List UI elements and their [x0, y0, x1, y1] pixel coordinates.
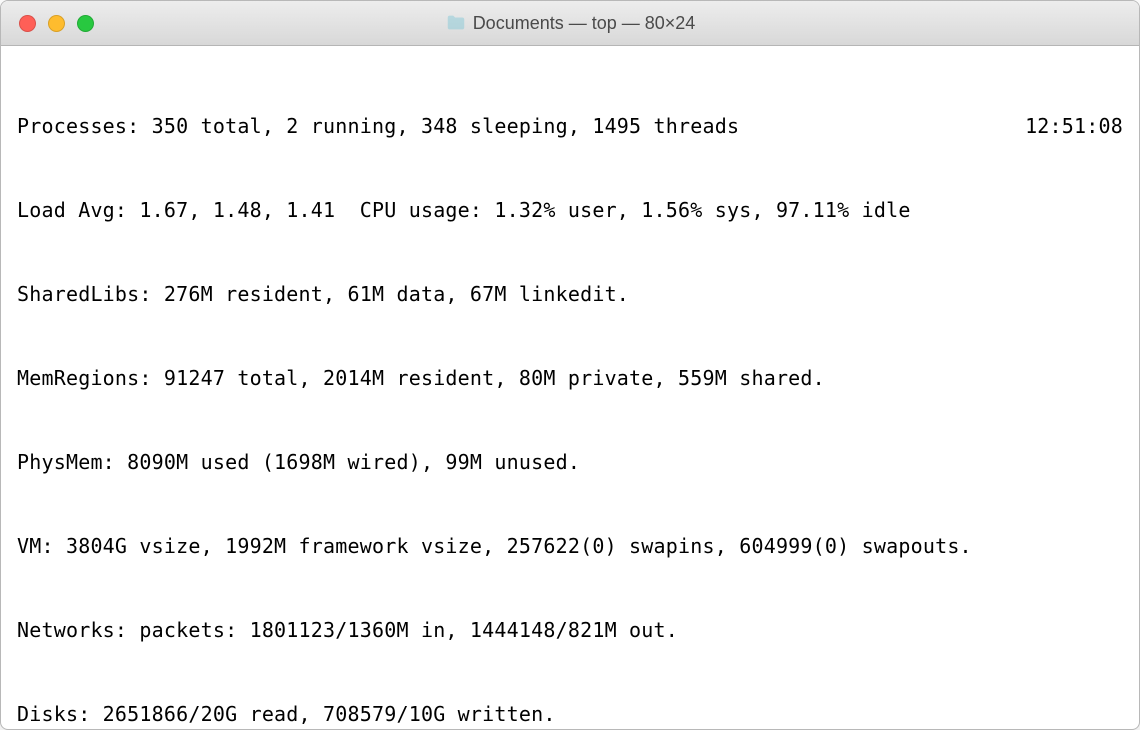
disks-line: Disks: 2651866/20G read, 708579/10G writ…	[17, 700, 1123, 728]
physmem-line: PhysMem: 8090M used (1698M wired), 99M u…	[17, 448, 1123, 476]
memregions-line: MemRegions: 91247 total, 2014M resident,…	[17, 364, 1123, 392]
load-cpu-line: Load Avg: 1.67, 1.48, 1.41 CPU usage: 1.…	[17, 196, 1123, 224]
minimize-button[interactable]	[48, 15, 65, 32]
window-title: Documents — top — 80×24	[473, 13, 696, 34]
sharedlibs-line: SharedLibs: 276M resident, 61M data, 67M…	[17, 280, 1123, 308]
zoom-button[interactable]	[77, 15, 94, 32]
close-button[interactable]	[19, 15, 36, 32]
networks-line: Networks: packets: 1801123/1360M in, 144…	[17, 616, 1123, 644]
folder-icon	[445, 12, 467, 34]
terminal-window: Documents — top — 80×24 Processes: 350 t…	[0, 0, 1140, 730]
traffic-lights	[19, 15, 94, 32]
processes-line: Processes: 350 total, 2 running, 348 sle…	[17, 112, 739, 140]
terminal-output[interactable]: Processes: 350 total, 2 running, 348 sle…	[1, 46, 1139, 730]
vm-line: VM: 3804G vsize, 1992M framework vsize, …	[17, 532, 1123, 560]
clock: 12:51:08	[1025, 112, 1123, 140]
title-center: Documents — top — 80×24	[1, 12, 1139, 34]
titlebar[interactable]: Documents — top — 80×24	[1, 1, 1139, 46]
